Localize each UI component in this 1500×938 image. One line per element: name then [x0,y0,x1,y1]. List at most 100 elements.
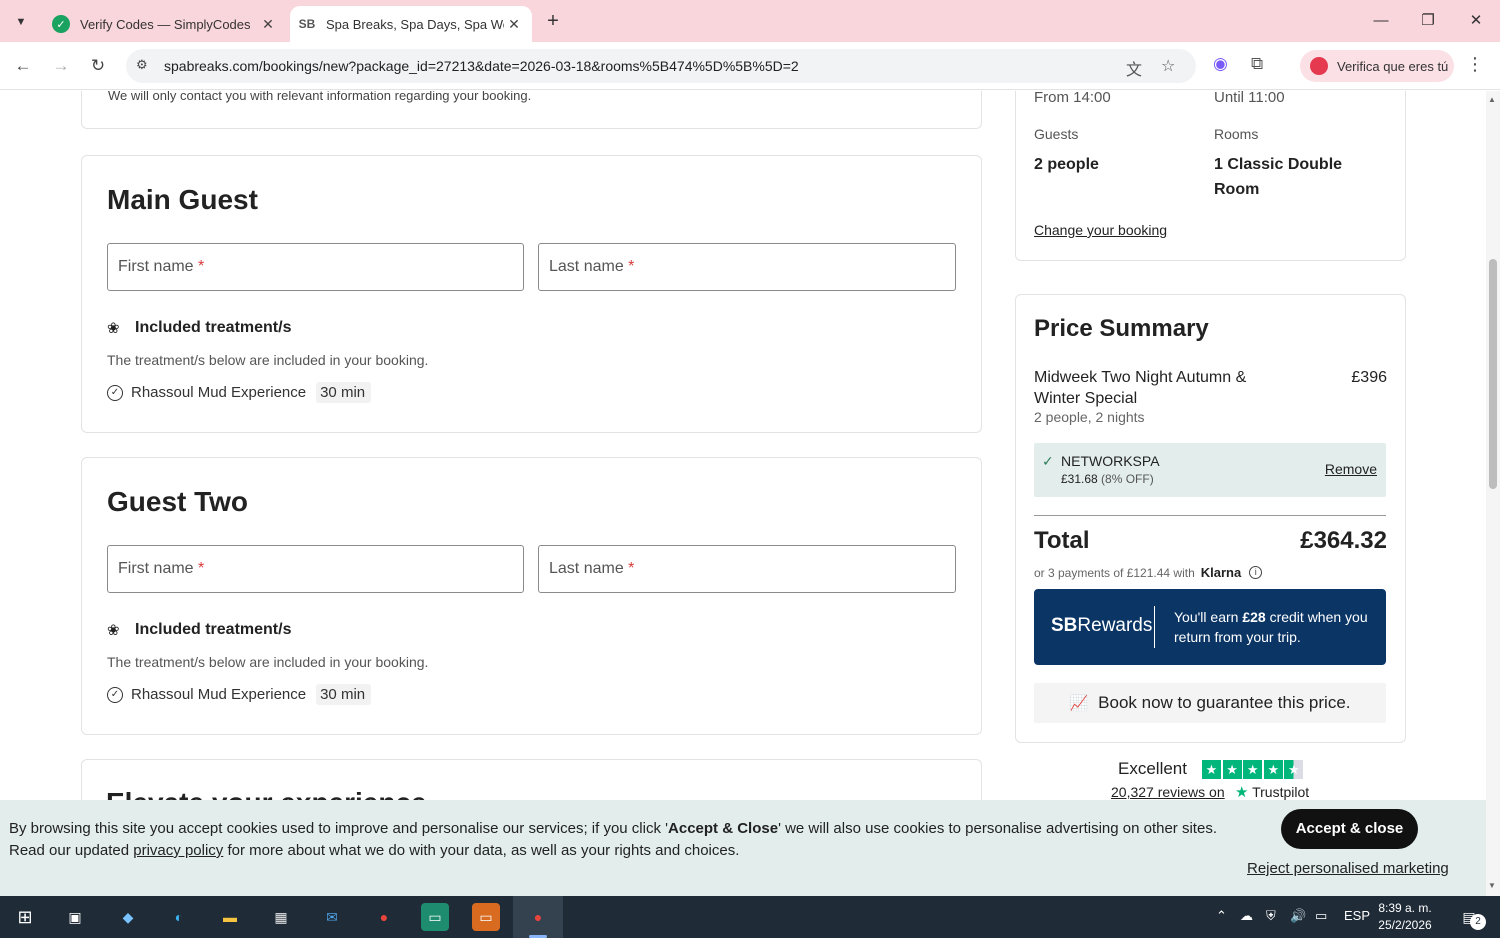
tab-search-chevron-icon[interactable]: ▼ [7,8,35,36]
rewards-credit: £28 [1242,609,1266,625]
security-icon[interactable]: ⛨ [1266,908,1276,924]
scroll-up-arrow-icon[interactable]: ▲ [1488,95,1496,104]
last-name-field[interactable]: Last name * [538,243,956,291]
close-tab-icon[interactable]: ✕ [504,16,524,33]
bookmark-star-icon[interactable]: ☆ [1161,56,1175,76]
powerpoint-icon[interactable]: ▭ [472,903,500,931]
microsoft-store-icon[interactable]: ▦ [267,903,295,931]
treatments-heading: ❀ Included treatment/s [107,319,291,337]
rooms-value: 1 Classic Double Room [1214,156,1343,198]
first-name-placeholder: First name [118,560,194,577]
reject-marketing-link[interactable]: Reject personalised marketing [1247,860,1449,877]
first-name-field[interactable]: First name * [107,545,524,593]
page-scrollbar[interactable]: ▲ ▼ [1486,91,1500,896]
chrome-profile-icon[interactable]: ● [370,903,398,931]
remove-promo-link[interactable]: Remove [1325,461,1377,477]
edge-icon[interactable]: ◐ [165,903,193,931]
package-detail: 2 people, 2 nights [1034,409,1145,425]
change-booking-link[interactable]: Change your booking [1034,222,1167,238]
check-circle-icon: ✓ [107,384,123,401]
profile-avatar [1310,57,1328,75]
required-mark: * [628,258,635,275]
tab-spabreaks[interactable]: SB Spa Breaks, Spa Days, Spa Weeke ✕ [290,6,532,42]
task-view-icon[interactable]: ▣ [61,903,89,931]
promo-code: NETWORKSPA [1061,453,1160,469]
required-mark: * [198,560,205,577]
star-icon: ★ [1222,760,1242,779]
network-icon[interactable]: ▭ [1315,908,1327,924]
promo-amount: £31.68 [1061,472,1098,486]
chart-line-icon: 📈 [1069,695,1089,712]
address-bar[interactable]: ⚙ spabreaks.com/bookings/new?package_id=… [126,49,1196,83]
treatment-duration-badge: ◷ 30 min [316,382,372,403]
rewards-logo-word: Rewards [1077,615,1153,636]
cookie-text-b: ' we will also use cookies to personalis… [778,820,1217,837]
chrome-active-icon[interactable]: ● [524,903,552,931]
divider [1154,606,1155,648]
first-name-field[interactable]: First name * [107,243,524,291]
scroll-down-arrow-icon[interactable]: ▼ [1488,881,1496,890]
onedrive-icon[interactable]: ☁ [1240,908,1253,924]
profile-chip[interactable]: Verifica que eres tú [1300,50,1454,82]
guest-two-card: Guest Two First name * Last name * ❀ Inc… [81,457,982,735]
back-arrow-icon[interactable]: ← [9,52,37,80]
trustpilot-logo: ★ Trustpilot [1235,783,1309,801]
copilot-icon[interactable]: ◆ [114,903,142,931]
reload-icon[interactable]: ↻ [84,52,112,80]
contact-note: We will only contact you with relevant i… [108,91,532,103]
cookie-text-d: for more about what we do with your data… [223,842,740,859]
system-clock[interactable]: 8:39 a. m. 25/2/2026 [1370,900,1440,934]
forward-arrow-icon[interactable]: → [47,52,75,80]
cookie-text-a: By browsing this site you accept cookies… [9,820,669,837]
extension-swirl-icon[interactable]: ◉ [1213,54,1228,74]
info-icon[interactable]: i [1249,566,1263,579]
url-text[interactable]: spabreaks.com/bookings/new?package_id=27… [164,58,799,74]
language-indicator[interactable]: ESP [1344,908,1370,923]
scrollbar-thumb[interactable] [1489,259,1497,489]
rooms-label: Rooms [1214,126,1259,142]
translate-icon[interactable]: 文 [1126,56,1142,80]
spabreaks-favicon-icon: SB [298,17,316,31]
promo-discount: £31.68 (8% OFF) [1061,472,1154,486]
installments-text: or 3 payments of £121.44 with [1034,565,1195,580]
package-price: £396 [1351,369,1387,386]
trustpilot-brand: Trustpilot [1252,784,1310,800]
clock-icon: ◷ [1477,386,1486,403]
lotus-icon: ❀ [107,320,120,337]
cookie-banner: By browsing this site you accept cookies… [0,800,1486,896]
accept-close-button[interactable]: Accept & close [1281,809,1418,849]
last-name-placeholder: Last name [549,560,624,577]
tab-title: Verify Codes — SimplyCodes [80,16,251,32]
volume-icon[interactable]: 🔊 [1290,908,1306,924]
privacy-policy-link[interactable]: privacy policy [133,842,223,859]
divider [1034,515,1386,516]
outlook-icon[interactable]: ✉ [318,903,346,931]
tray-chevron-icon[interactable]: ⌃ [1216,908,1227,924]
main-guest-card: Main Guest First name * Last name * ❀ In… [81,155,982,433]
booking-summary-card: From 14:00 Until 11:00 Guests Rooms 2 pe… [1015,91,1406,261]
minimize-icon[interactable]: — [1366,8,1396,34]
treatments-heading-text: Included treatment/s [135,319,292,336]
extensions-puzzle-icon[interactable]: ⧉ [1251,54,1263,74]
klarna-logo: Klarna [1200,565,1242,580]
trustpilot-reviews-link[interactable]: 20,327 reviews on [1111,784,1225,800]
new-tab-plus-icon[interactable]: + [540,9,566,35]
more-menu-icon[interactable]: ⋮ [1466,54,1484,75]
close-window-icon[interactable]: ✕ [1461,8,1491,34]
close-tab-icon[interactable]: ✕ [258,16,278,33]
presentation-app-icon[interactable]: ▭ [421,903,449,931]
last-name-field[interactable]: Last name * [538,545,956,593]
clock-date: 25/2/2026 [1378,918,1432,932]
rewards-text-a: You'll earn [1174,609,1243,625]
star-icon: ★ [1263,760,1283,779]
site-info-icon[interactable]: ⚙ [136,57,148,73]
restore-icon[interactable]: ❐ [1413,8,1443,34]
tab-simplycodes[interactable]: ✓ Verify Codes — SimplyCodes ✕ [44,6,286,42]
klarna-installments: or 3 payments of £121.44 with Klarna i [1034,565,1263,580]
guest-title: Guest Two [107,486,249,517]
windows-start-icon[interactable]: ⊞ [11,903,39,931]
package-name: Midweek Two Night Autumn & Winter Specia… [1034,369,1247,407]
browser-toolbar: ← → ↻ ⚙ spabreaks.com/bookings/new?packa… [0,42,1500,90]
first-name-placeholder: First name [118,258,194,275]
file-explorer-icon[interactable]: ▬ [216,903,244,931]
